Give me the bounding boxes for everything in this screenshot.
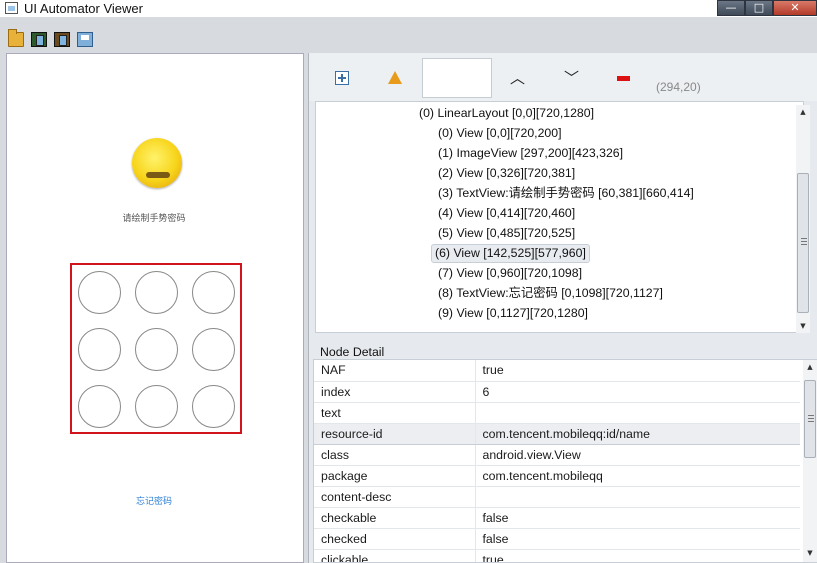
gesture-prompt-text[interactable]: 请绘制手势密码 [10,211,298,224]
gesture-dot[interactable] [78,328,121,371]
property-row[interactable]: NAF true [314,360,800,382]
window-title: UI Automator Viewer [24,1,143,16]
scroll-down-icon[interactable]: ▼ [805,548,815,558]
tree-node[interactable]: (1) ImageView [297,200][423,326] [435,144,626,163]
property-key: class [314,444,476,466]
node-detail-title: Node Detail [320,345,385,359]
gesture-dot[interactable] [192,385,235,428]
device-screenshot-compressed-icon[interactable] [54,32,70,47]
property-value[interactable]: false [475,507,800,529]
tree-node[interactable]: (4) View [0,414][720,460] [435,204,578,223]
property-key: text [314,402,476,424]
property-row[interactable]: index 6 [314,381,800,403]
scroll-up-icon[interactable]: ▲ [805,362,815,372]
property-row[interactable]: text [314,402,800,424]
property-value[interactable]: false [475,528,800,550]
node-detail-panel: Node Detail NAF true index 6 text resource… [313,342,817,563]
property-value[interactable]: true [475,360,800,382]
next-node-icon[interactable]: ﹀ [564,71,579,86]
open-folder-icon[interactable] [8,29,24,47]
tree-node[interactable]: (5) View [0,485][720,525] [435,224,578,243]
previous-node-icon[interactable]: ︿ [510,71,525,86]
collapse-icon[interactable] [617,76,630,81]
gesture-dot[interactable] [135,385,178,428]
property-key: content-desc [314,486,476,508]
tree-toolbar: ︿ ﹀ (294,20) [309,53,817,101]
gesture-dot[interactable] [135,271,178,314]
property-key: clickable [314,549,476,562]
scroll-up-icon[interactable]: ▲ [798,107,808,117]
gesture-dot[interactable] [192,328,235,371]
tree-node[interactable]: (3) TextView:请绘制手势密码 [60,381][660,414] [435,184,697,203]
minimize-button[interactable]: — [717,0,745,16]
property-value[interactable] [475,486,800,508]
detail-scroll-thumb[interactable] [804,380,816,458]
tree-scroll-thumb[interactable] [797,173,809,313]
node-detail-frame: NAF true index 6 text resource-id com.tence… [313,359,817,563]
gesture-pattern-grid[interactable] [78,271,238,431]
property-row[interactable]: class android.view.View [314,444,800,466]
hierarchy-panel: ︿ ﹀ (294,20) (0) LinearLayout [0,0][720,… [308,53,817,563]
save-icon[interactable] [77,32,93,47]
property-key: checked [314,528,476,550]
property-value[interactable]: com.tencent.mobileqq:id/name [475,422,800,445]
toggle-naf-warning-icon[interactable] [388,71,402,84]
detail-scrollbar[interactable]: ▲ ▼ [803,360,817,562]
tree-node[interactable]: (0) LinearLayout [0,0][720,1280] [416,104,597,123]
gesture-dot[interactable] [135,328,178,371]
hierarchy-tree[interactable]: (0) LinearLayout [0,0][720,1280] (0) Vie… [315,101,804,333]
app-icon [5,2,18,14]
property-row[interactable]: checkable false [314,507,800,529]
close-button[interactable]: ✕ [773,0,817,16]
property-row[interactable]: clickable true [314,549,800,562]
tree-scrollbar[interactable]: ▲ ▼ [796,105,810,333]
property-key: resource-id [314,422,476,445]
avatar[interactable] [132,138,182,188]
node-search-input[interactable] [422,58,492,98]
property-value[interactable]: com.tencent.mobileqq [475,465,800,487]
property-key: NAF [314,360,476,382]
gesture-dot[interactable] [78,271,121,314]
scroll-down-icon[interactable]: ▼ [798,321,808,331]
property-value[interactable]: android.view.View [475,444,800,466]
expand-all-icon[interactable] [335,71,349,85]
pointer-coordinates: (294,20) [656,80,701,94]
maximize-button[interactable]: □ [745,0,773,16]
device-screenshot[interactable]: 请绘制手势密码 忘记密码 [10,57,298,561]
property-row[interactable]: package com.tencent.mobileqq [314,465,800,487]
gesture-dot[interactable] [192,271,235,314]
property-row[interactable]: checked false [314,528,800,550]
tree-node-selected[interactable]: (6) View [142,525][577,960] [431,244,590,263]
tree-node[interactable]: (7) View [0,960][720,1098] [435,264,585,283]
tree-node[interactable]: (0) View [0,0][720,200] [435,124,565,143]
property-row-selected[interactable]: resource-id com.tencent.mobileqq:id/name [314,422,800,445]
property-key: package [314,465,476,487]
property-key: checkable [314,507,476,529]
window-controls: — □ ✕ [717,0,817,17]
property-value[interactable] [475,402,800,424]
selected-node-highlight[interactable] [70,263,242,434]
gesture-dot[interactable] [78,385,121,428]
property-table[interactable]: NAF true index 6 text resource-id com.tence… [314,360,800,562]
property-value[interactable]: true [475,549,800,562]
tree-node[interactable]: (8) TextView:忘记密码 [0,1098][720,1127] [435,284,666,303]
main-toolbar [0,26,817,52]
property-row[interactable]: content-desc [314,486,800,508]
title-bar: UI Automator Viewer — □ ✕ [0,0,817,17]
tree-node[interactable]: (2) View [0,326][720,381] [435,164,578,183]
property-key: index [314,381,476,403]
tree-node[interactable]: (9) View [0,1127][720,1280] [435,304,591,323]
property-value[interactable]: 6 [475,381,800,403]
device-screenshot-icon[interactable] [31,32,47,47]
screenshot-panel: 请绘制手势密码 忘记密码 [6,53,304,563]
forgot-password-link[interactable]: 忘记密码 [10,494,298,507]
